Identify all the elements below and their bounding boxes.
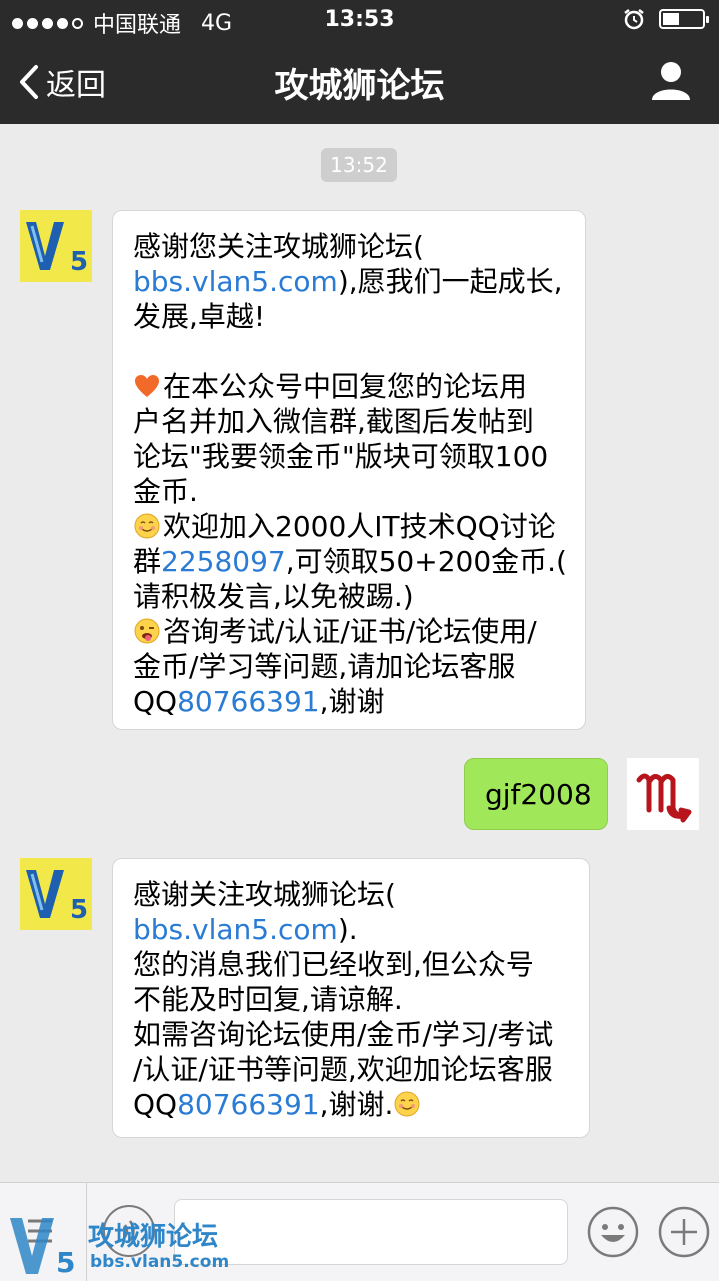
forum-link[interactable]: bbs.vlan5.com — [133, 913, 338, 946]
message-bubble-sent[interactable]: gjf2008 — [464, 758, 608, 830]
watermark: 5 攻城狮论坛 bbs.vlan5.com — [6, 1212, 230, 1278]
person-icon[interactable] — [649, 58, 693, 102]
watermark-url: bbs.vlan5.com — [90, 1252, 230, 1272]
qq-group-link[interactable]: 2258097 — [161, 545, 286, 578]
svg-text:5: 5 — [70, 247, 88, 277]
wink-tongue-emoji-icon — [134, 618, 160, 644]
battery-icon — [659, 9, 709, 29]
official-account-avatar[interactable]: 5 — [20, 210, 92, 282]
message-input[interactable] — [174, 1199, 568, 1265]
smile-emoji-icon — [394, 1091, 420, 1117]
chat-area[interactable]: 13:52 5 感谢您关注攻城狮论坛( bbs.vlan5.com),愿我们一起… — [0, 124, 719, 1182]
watermark-title: 攻城狮论坛 — [88, 1222, 219, 1252]
forum-link[interactable]: bbs.vlan5.com — [133, 265, 338, 298]
emoji-icon[interactable] — [586, 1205, 640, 1259]
message-timestamp: 13:52 — [321, 148, 397, 182]
qq-support-link[interactable]: 80766391 — [177, 685, 320, 718]
status-bar: 中国联通 4G 13:53 — [0, 0, 719, 40]
page-title: 攻城狮论坛 — [274, 66, 445, 106]
official-account-avatar[interactable]: 5 — [20, 858, 92, 930]
status-time: 13:53 — [324, 7, 395, 32]
message-bubble-3[interactable]: 感谢关注攻城狮论坛( bbs.vlan5.com). 您的消息我们已经收到,但公… — [112, 858, 590, 1138]
svg-text:5: 5 — [56, 1246, 75, 1278]
alarm-icon — [624, 9, 644, 30]
user-avatar[interactable] — [627, 758, 699, 830]
svg-text:5: 5 — [70, 895, 88, 925]
heart-icon — [135, 375, 159, 397]
smile-emoji-icon — [134, 513, 160, 539]
nav-bar: 返回 攻城狮论坛 — [0, 40, 719, 124]
message-bubble-1[interactable]: 感谢您关注攻城狮论坛( bbs.vlan5.com),愿我们一起成长, 发展,卓… — [112, 210, 586, 730]
qq-support-link[interactable]: 80766391 — [177, 1088, 320, 1121]
plus-icon[interactable] — [657, 1205, 711, 1259]
v5-logo-icon: 5 — [10, 1218, 75, 1278]
